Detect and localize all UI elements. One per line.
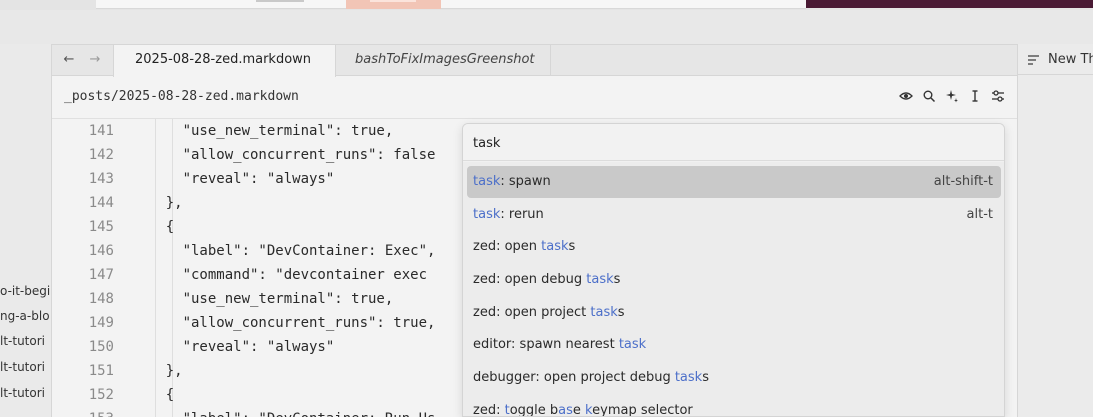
command-palette-item[interactable]: editor: spawn nearest task [467, 329, 1001, 361]
project-file-item[interactable]: o-it-begi [0, 284, 50, 298]
project-file-item[interactable]: lt-tutori [0, 360, 45, 374]
command-palette-item[interactable]: task: rerun alt-t [467, 199, 1001, 231]
terminal-window-edge [806, 0, 1093, 8]
command-palette-input[interactable] [473, 133, 973, 153]
code-text: "reveal": "always" [132, 171, 335, 187]
code-text: "allow_concurrent_runs": true, [132, 315, 436, 331]
code-text: "reveal": "always" [132, 339, 335, 355]
search-icon[interactable] [922, 89, 936, 103]
command-palette-item[interactable]: zed: open tasks [467, 231, 1001, 263]
top-window-bar [96, 0, 806, 9]
top-bar-highlight-inner [370, 0, 416, 2]
keybinding-label: alt-shift-t [933, 174, 993, 189]
code-text: "allow_concurrent_runs": false [132, 147, 436, 163]
project-panel: o-it-begi ng-a-blo lt-tutori lt-tutori l… [0, 44, 51, 417]
eye-icon[interactable] [899, 89, 913, 103]
line-number: 141 [88, 123, 114, 139]
code-text: { [132, 219, 175, 235]
code-text: }, [132, 363, 183, 379]
command-palette-input-container [463, 124, 1004, 161]
line-number: 146 [88, 243, 114, 259]
command-label: task: spawn [473, 174, 551, 189]
command-palette-item[interactable]: zed: open project tasks [467, 297, 1001, 329]
line-number: 143 [88, 171, 114, 187]
command-label: zed: open project tasks [473, 305, 625, 320]
code-text: "command": "devcontainer exec [132, 267, 428, 283]
line-number: 148 [88, 291, 114, 307]
line-number: 147 [88, 267, 114, 283]
line-number: 142 [88, 147, 114, 163]
line-number: 144 [88, 195, 114, 211]
command-label: debugger: open project debug tasks [473, 370, 709, 385]
outline-panel-header[interactable]: New Th [1018, 44, 1093, 75]
line-number: 153 [52, 407, 114, 417]
outline-panel-title: New Th [1048, 52, 1093, 67]
line-number: 145 [88, 219, 114, 235]
keybinding-label: alt-t [966, 207, 993, 222]
forward-arrow-icon[interactable]: → [87, 52, 103, 68]
code-text: "use_new_terminal": true, [132, 123, 394, 139]
settings-sliders-icon[interactable] [991, 89, 1005, 103]
back-arrow-icon[interactable]: ← [61, 52, 77, 68]
command-palette-item[interactable]: debugger: open project debug tasks [467, 362, 1001, 394]
command-palette-item[interactable]: zed: toggle base keymap selector [467, 395, 1001, 417]
project-file-item[interactable]: ng-a-blo [0, 309, 50, 323]
outline-panel: New Th [1017, 44, 1093, 417]
line-number: 149 [88, 315, 114, 331]
zed-window: o-it-begi ng-a-blo lt-tutori lt-tutori l… [0, 0, 1093, 417]
command-palette-results: task: spawn alt-shift-t task: rerun alt-t ze… [463, 162, 1004, 417]
command-label: editor: spawn nearest task [473, 337, 647, 352]
tab-bash-fix-images[interactable]: bashToFixImagesGreenshot [336, 45, 551, 76]
code-text: { [132, 387, 175, 403]
code-text: "label": "DevContainer: Run Us [132, 407, 436, 417]
command-label: zed: open tasks [473, 239, 576, 254]
line-number: 150 [88, 339, 114, 355]
command-label: zed: open debug tasks [473, 272, 621, 287]
breadcrumb[interactable]: _posts/2025-08-28-zed.markdown [64, 89, 299, 104]
command-palette-item[interactable]: zed: open debug tasks [467, 264, 1001, 296]
code-text: "label": "DevContainer: Exec", [132, 243, 436, 259]
command-label: task: rerun [473, 207, 544, 222]
line-number: 151 [88, 363, 114, 379]
project-file-item[interactable]: lt-tutori [0, 386, 45, 400]
outline-list-icon [1028, 55, 1039, 65]
code-text: "use_new_terminal": true, [132, 291, 394, 307]
command-palette: task: spawn alt-shift-t task: rerun alt-t ze… [462, 123, 1005, 417]
command-label: zed: toggle base keymap selector [473, 403, 693, 417]
command-palette-item[interactable]: task: spawn alt-shift-t [467, 166, 1001, 198]
top-bar-tab[interactable] [256, 0, 304, 2]
tab-zed-markdown[interactable]: 2025-08-28-zed.markdown [113, 45, 336, 77]
top-strip [0, 0, 1093, 10]
text-cursor-icon[interactable] [968, 89, 982, 103]
project-file-item[interactable]: lt-tutori [0, 334, 45, 348]
code-text: }, [132, 195, 183, 211]
line-number: 152 [88, 387, 114, 403]
tab-bar: ← → 2025-08-28-zed.markdown bashToFixIma… [52, 45, 1017, 77]
sparkle-icon[interactable] [945, 89, 959, 103]
